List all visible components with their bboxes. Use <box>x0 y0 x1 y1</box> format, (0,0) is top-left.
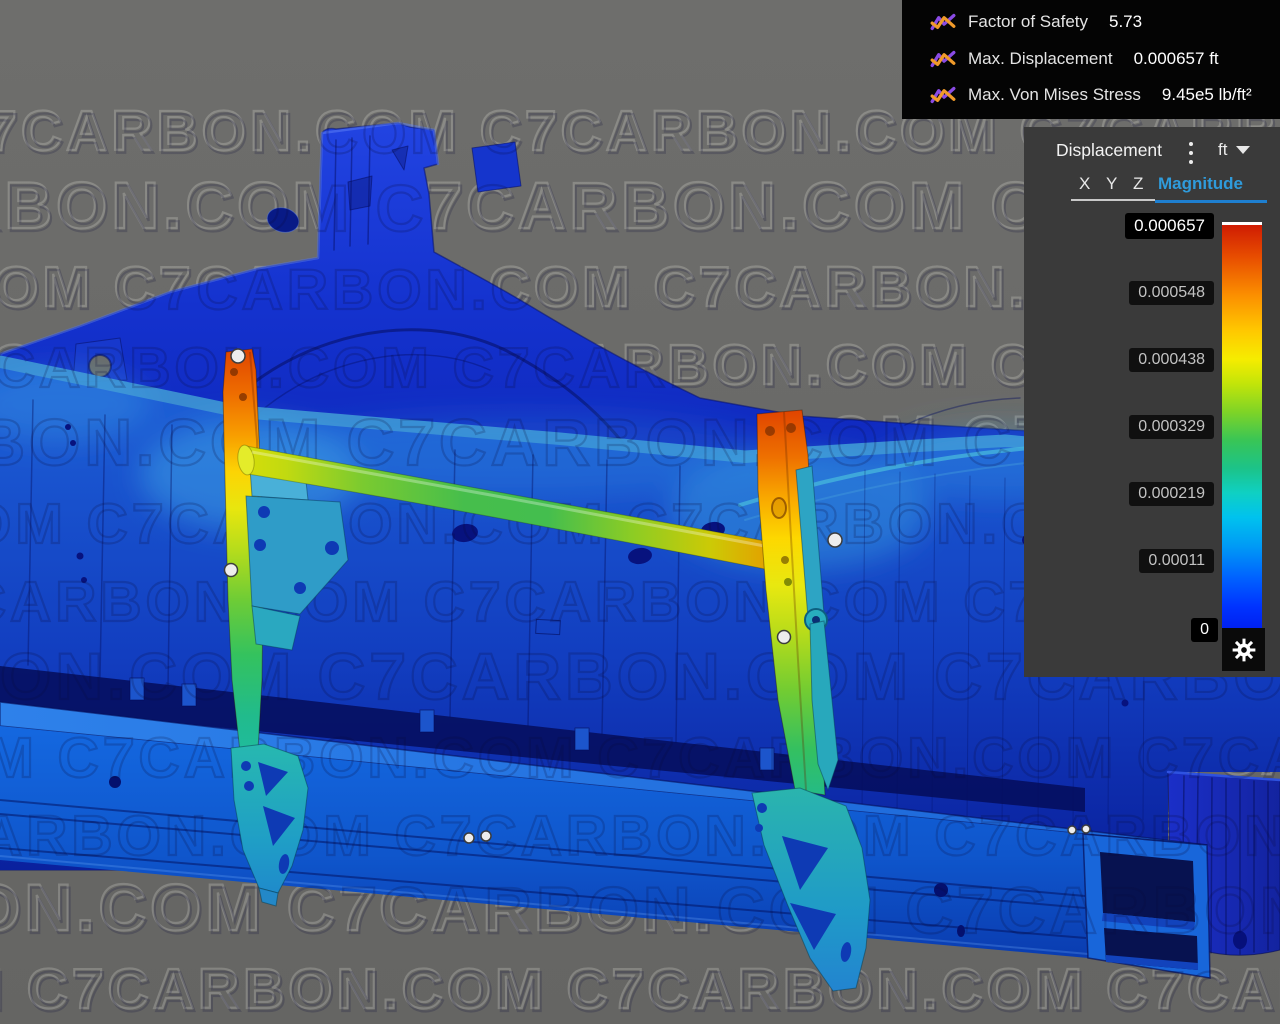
inactive-tabs-underline <box>1071 199 1155 201</box>
panel-title: Displacement <box>1056 140 1162 161</box>
svg-text:C7CARBON.COM C7CARBON.COM: C7CARBON.COM C7CARBON.COM C7CARBON.COM C… <box>0 960 1280 1024</box>
legend-max-label: 0.000657 <box>1125 213 1214 239</box>
result-label: Factor of Safety <box>968 12 1088 32</box>
legend-min-label: 0 <box>1191 618 1218 642</box>
result-value: 0.000657 ft <box>1134 49 1219 69</box>
result-row-factor-of-safety[interactable]: Factor of Safety 5.73 <box>902 5 1280 39</box>
legend-label: 0.000219 <box>1129 482 1214 506</box>
tab-z[interactable]: Z <box>1133 174 1143 194</box>
gear-icon <box>1231 637 1257 663</box>
results-plot-icon <box>930 11 956 33</box>
legend-label: 0.00011 <box>1139 549 1214 573</box>
legend-label: 0.000438 <box>1129 348 1214 372</box>
displacement-legend-panel: Displacement ft X Y Z Magnitude 0.000657… <box>1024 127 1280 677</box>
legend-label: 0.000548 <box>1129 281 1214 305</box>
svg-text:C7CARBON.COM C7CARBON.COM: C7CARBON.COM C7CARBON.COM C7CARBON.COM C… <box>0 804 1280 868</box>
results-plot-icon <box>930 48 956 70</box>
kebab-menu-icon[interactable] <box>1184 142 1198 164</box>
result-row-max-von-mises[interactable]: Max. Von Mises Stress 9.45e5 lb/ft² <box>902 78 1280 112</box>
tab-y[interactable]: Y <box>1106 174 1117 194</box>
app-window: C7CARBON.COM C7CARBON.COM C7CARBON.COM C… <box>0 0 1280 1024</box>
result-row-max-displacement[interactable]: Max. Displacement 0.000657 ft <box>902 42 1280 76</box>
active-tab-underline <box>1155 200 1267 203</box>
result-label: Max. Von Mises Stress <box>968 85 1141 105</box>
legend-label: 0.000329 <box>1129 415 1214 439</box>
svg-text:C7CARBON.COM C7CARBON.COM: C7CARBON.COM C7CARBON.COM C7CARBON.COM C… <box>0 873 1280 947</box>
chevron-down-icon <box>1236 146 1250 154</box>
legend-color-bar <box>1222 222 1262 634</box>
results-summary-panel: Factor of Safety 5.73 Max. Displacement … <box>902 0 1280 119</box>
results-plot-icon <box>930 84 956 106</box>
result-label: Max. Displacement <box>968 49 1113 69</box>
result-value: 9.45e5 lb/ft² <box>1162 85 1252 105</box>
unit-value: ft <box>1218 140 1227 160</box>
svg-text:C7CARBON.COM C7CARBON.COM: C7CARBON.COM C7CARBON.COM C7CARBON.COM C… <box>0 726 1280 790</box>
unit-dropdown[interactable]: ft <box>1218 140 1250 160</box>
result-value: 5.73 <box>1109 12 1142 32</box>
legend-settings-button[interactable] <box>1222 628 1265 671</box>
tab-x[interactable]: X <box>1079 174 1090 194</box>
tab-magnitude[interactable]: Magnitude <box>1158 174 1243 194</box>
